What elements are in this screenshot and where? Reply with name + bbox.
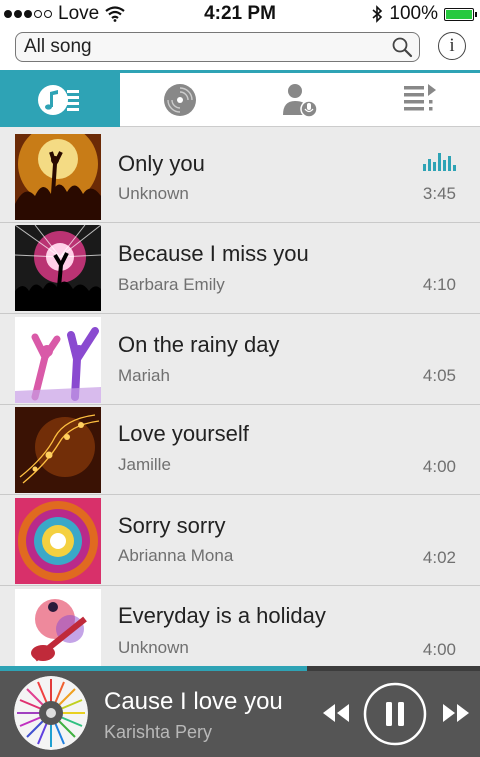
album-art-music-notes xyxy=(15,407,101,493)
song-title: Everyday is a holiday xyxy=(118,603,326,628)
song-artist: Barbara Emily xyxy=(118,275,225,294)
song-title: Because I miss you xyxy=(118,241,309,266)
songs-list-icon xyxy=(38,85,79,115)
status-right: 100% xyxy=(371,3,477,25)
info-button[interactable]: i xyxy=(438,32,466,60)
song-artist: Jamille xyxy=(118,455,171,474)
song-duration: 4:10 xyxy=(422,275,456,294)
song-title: On the rainy day xyxy=(118,332,280,357)
pause-button[interactable] xyxy=(362,681,428,747)
library-tabs xyxy=(0,70,480,127)
song-title: Sorry sorry xyxy=(118,513,226,538)
song-artist: Unknown xyxy=(118,638,189,657)
tab-albums[interactable] xyxy=(120,73,240,127)
playlist-icon xyxy=(404,84,436,111)
song-row[interactable]: Because I miss you Barbara Emily 4:10 xyxy=(0,223,480,314)
search-icon[interactable] xyxy=(391,36,413,58)
song-title: Only you xyxy=(118,151,205,176)
bluetooth-icon xyxy=(372,5,383,23)
next-track-button[interactable] xyxy=(440,702,472,724)
now-playing-album-art xyxy=(14,676,88,750)
song-duration: 4:05 xyxy=(422,366,456,385)
song-artist: Mariah xyxy=(118,366,170,385)
now-playing-bar: Cause I love you Karishta Pery xyxy=(0,666,480,757)
song-duration: 4:02 xyxy=(422,548,456,567)
song-row[interactable]: On the rainy day Mariah 4:05 xyxy=(0,314,480,405)
album-art-concert-crowd xyxy=(15,134,101,220)
tab-playlists[interactable] xyxy=(360,73,480,127)
song-artist: Unknown xyxy=(118,184,189,203)
song-row[interactable]: Only you Unknown 3:45 xyxy=(0,127,480,223)
battery-icon xyxy=(444,7,477,21)
album-art-guitar-splash xyxy=(15,589,101,666)
artist-mic-icon xyxy=(283,84,318,118)
song-row[interactable]: Sorry sorry Abrianna Mona 4:02 xyxy=(0,495,480,586)
now-playing-equalizer-icon xyxy=(423,151,456,171)
song-duration: 3:45 xyxy=(422,184,456,203)
song-title: Love yourself xyxy=(118,421,249,446)
tab-artists[interactable] xyxy=(240,73,360,127)
tab-songs[interactable] xyxy=(0,73,120,127)
playback-progress[interactable] xyxy=(0,666,480,671)
song-duration: 4:00 xyxy=(422,640,456,659)
now-playing-title: Cause I love you xyxy=(104,688,283,715)
previous-track-button[interactable] xyxy=(320,702,352,724)
album-art-dancers xyxy=(15,317,101,403)
now-playing-artist: Karishta Pery xyxy=(104,722,213,742)
song-row[interactable]: Everyday is a holiday Unknown 4:00 xyxy=(0,586,480,666)
song-list: Only you Unknown 3:45 Because I miss you… xyxy=(0,127,480,666)
search-bar: i xyxy=(0,28,480,70)
song-duration: 4:00 xyxy=(422,457,456,476)
battery-percent: 100% xyxy=(389,3,438,24)
search-input[interactable] xyxy=(24,35,374,59)
song-artist: Abrianna Mona xyxy=(118,546,234,565)
album-art-disco-ball xyxy=(15,498,101,584)
album-disc-icon xyxy=(164,84,196,116)
status-bar: Love 4:21 PM 100% xyxy=(0,0,480,28)
search-box xyxy=(15,32,420,62)
song-row[interactable]: Love yourself Jamille 4:00 xyxy=(0,405,480,495)
album-art-stage-lights xyxy=(15,225,101,311)
